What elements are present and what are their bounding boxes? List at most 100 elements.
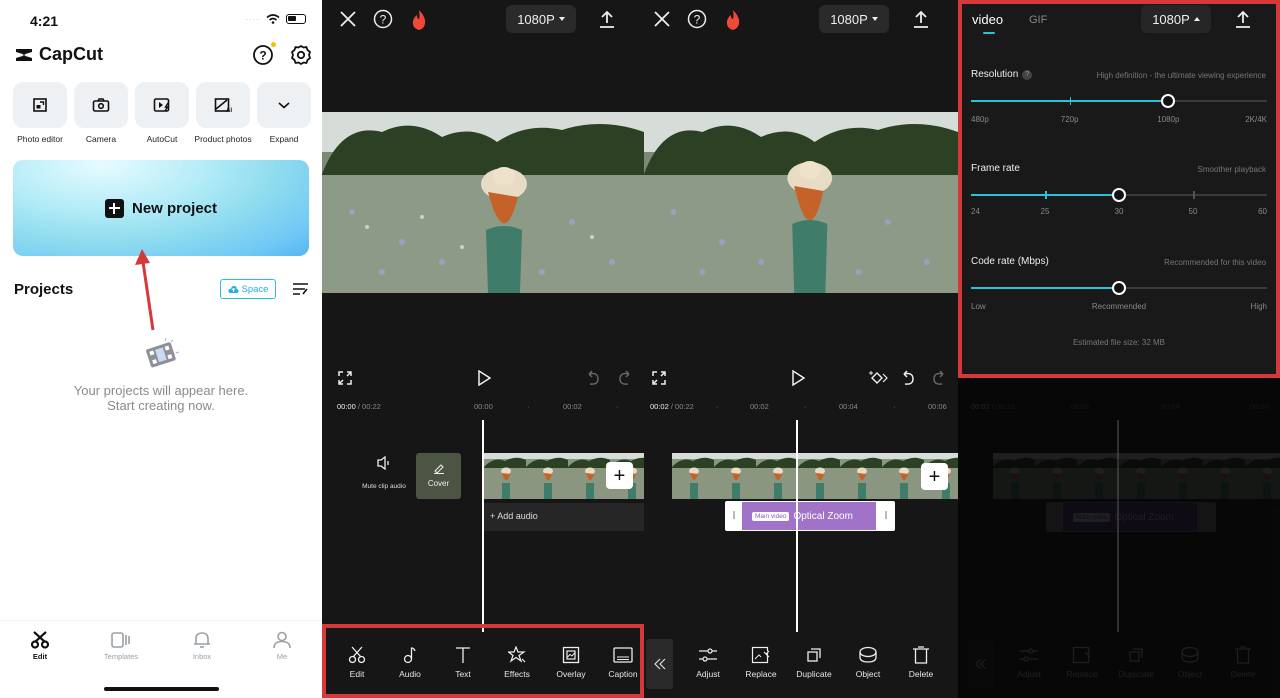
playhead[interactable]: [482, 420, 484, 632]
editor-screen-clip-selected: ? 1080P 00:02 / 00:22 · 00:02 · 00:04 · …: [644, 0, 958, 698]
slider-option-label[interactable]: Recommended: [1092, 302, 1146, 311]
slider-option-label[interactable]: 24: [971, 207, 980, 216]
tool-replace[interactable]: Replace: [734, 646, 788, 679]
close-icon[interactable]: [652, 9, 672, 29]
video-preview[interactable]: [644, 112, 958, 293]
help-icon[interactable]: ?: [687, 9, 707, 29]
quick-action-photo-editor[interactable]: Photo editor: [13, 82, 67, 144]
tool-audio[interactable]: Audio: [383, 646, 437, 679]
caret-up-icon: [1193, 17, 1200, 21]
keyframe-icon[interactable]: [868, 370, 888, 386]
video-track-clip[interactable]: [672, 453, 958, 499]
add-clip-button[interactable]: +: [606, 462, 633, 489]
frame-rate-options: 24 25 30 50 60: [971, 207, 1267, 219]
info-icon[interactable]: ?: [1022, 70, 1033, 80]
dim-overlay[interactable]: [958, 375, 1280, 698]
redo-icon[interactable]: [618, 370, 632, 386]
tool-text[interactable]: Text: [436, 646, 490, 679]
effects-star-icon: [508, 646, 526, 663]
play-icon[interactable]: [791, 370, 805, 386]
space-button[interactable]: Space: [220, 279, 276, 299]
slider-option-label[interactable]: 720p: [1061, 115, 1079, 124]
frame-rate-slider[interactable]: [971, 187, 1267, 203]
slider-option-label[interactable]: Low: [971, 302, 986, 311]
new-project-button[interactable]: New project: [13, 160, 309, 256]
slider-option-label[interactable]: 50: [1189, 207, 1198, 216]
quick-action-camera[interactable]: Camera: [74, 82, 128, 144]
playback-controls: [644, 366, 958, 392]
export-upload-icon[interactable]: [912, 9, 930, 29]
tab-edit[interactable]: Edit: [10, 631, 70, 661]
redo-icon[interactable]: [932, 370, 946, 386]
add-audio-button[interactable]: + Add audio: [484, 503, 644, 531]
tab-me[interactable]: Me: [252, 631, 312, 661]
flame-icon[interactable]: [410, 9, 428, 31]
resolution-dropdown[interactable]: 1080P: [819, 5, 889, 33]
code-rate-slider[interactable]: [971, 280, 1267, 296]
tab-templates[interactable]: Templates: [91, 631, 151, 661]
tool-duplicate[interactable]: Duplicate: [787, 646, 841, 679]
export-upload-icon[interactable]: [598, 9, 616, 29]
trim-handle-right[interactable]: [885, 511, 887, 519]
effect-clip-selected[interactable]: Main video Optical Zoom: [725, 501, 895, 531]
tool-effects[interactable]: Effects: [490, 646, 544, 679]
playhead[interactable]: [796, 420, 798, 632]
export-upload-icon[interactable]: [1234, 9, 1252, 29]
tab-inbox[interactable]: Inbox: [172, 631, 232, 661]
resolution-options: 480p 720p 1080p 2K/4K: [971, 115, 1267, 127]
resolution-slider[interactable]: [971, 93, 1267, 109]
gear-icon: [291, 45, 311, 65]
cover-button[interactable]: Cover: [416, 453, 461, 499]
slider-knob[interactable]: [1112, 188, 1126, 202]
settings-button[interactable]: [290, 44, 312, 66]
sort-edit-icon[interactable]: [293, 283, 309, 295]
slider-option-label[interactable]: 30: [1115, 207, 1124, 216]
fullscreen-icon[interactable]: [652, 371, 666, 385]
quick-action-expand[interactable]: Expand: [257, 82, 311, 144]
slider-option-label[interactable]: 480p: [971, 115, 989, 124]
overlay-icon: [562, 646, 580, 664]
slider-knob[interactable]: [1112, 281, 1126, 295]
tab-gif[interactable]: GIF: [1029, 14, 1047, 26]
undo-icon[interactable]: [901, 370, 915, 386]
scissors-icon: [348, 646, 366, 664]
quick-action-autocut[interactable]: AutoCut: [135, 82, 189, 144]
slider-option-label[interactable]: 2K/4K: [1245, 115, 1267, 124]
tool-caption[interactable]: Caption: [596, 646, 644, 679]
flame-icon[interactable]: [724, 9, 742, 31]
resolution-dropdown-open[interactable]: 1080P: [1141, 5, 1211, 33]
play-icon[interactable]: [477, 370, 491, 386]
double-chevron-left-icon: [653, 658, 665, 670]
svg-text:?: ?: [259, 49, 266, 63]
back-button[interactable]: [646, 639, 673, 689]
tool-overlay[interactable]: Overlay: [544, 646, 598, 679]
svg-text:AI: AI: [226, 108, 232, 113]
quick-action-product-photos[interactable]: AI Product photos: [194, 82, 252, 144]
replace-icon: [751, 646, 770, 664]
notification-dot: [271, 42, 276, 47]
slider-option-label[interactable]: 1080p: [1157, 115, 1179, 124]
trim-handle-left[interactable]: [733, 511, 735, 519]
help-button[interactable]: ?: [252, 42, 276, 66]
slider-knob[interactable]: [1161, 94, 1176, 108]
slider-option-label[interactable]: 25: [1041, 207, 1050, 216]
help-icon[interactable]: ?: [373, 9, 393, 29]
tool-delete[interactable]: Delete: [894, 646, 948, 679]
mute-clip-audio-button[interactable]: Mute clip audio: [354, 455, 414, 490]
video-preview[interactable]: [322, 112, 644, 293]
slider-option-label[interactable]: 60: [1258, 207, 1267, 216]
tool-object[interactable]: Object: [841, 646, 895, 679]
add-clip-button[interactable]: +: [921, 463, 948, 490]
speaker-icon: [377, 455, 389, 471]
fullscreen-icon[interactable]: [338, 371, 352, 385]
tab-video[interactable]: video: [972, 12, 1003, 27]
tool-edit[interactable]: Edit: [330, 646, 384, 679]
tool-adjust[interactable]: Adjust: [681, 646, 735, 679]
undo-icon[interactable]: [586, 370, 600, 386]
chevron-down-icon: [278, 102, 290, 109]
app-logo: CapCut: [14, 44, 103, 65]
slider-option-label[interactable]: High: [1251, 302, 1267, 311]
close-icon[interactable]: [338, 9, 358, 29]
app-name: CapCut: [39, 44, 103, 64]
resolution-dropdown[interactable]: 1080P: [506, 5, 576, 33]
